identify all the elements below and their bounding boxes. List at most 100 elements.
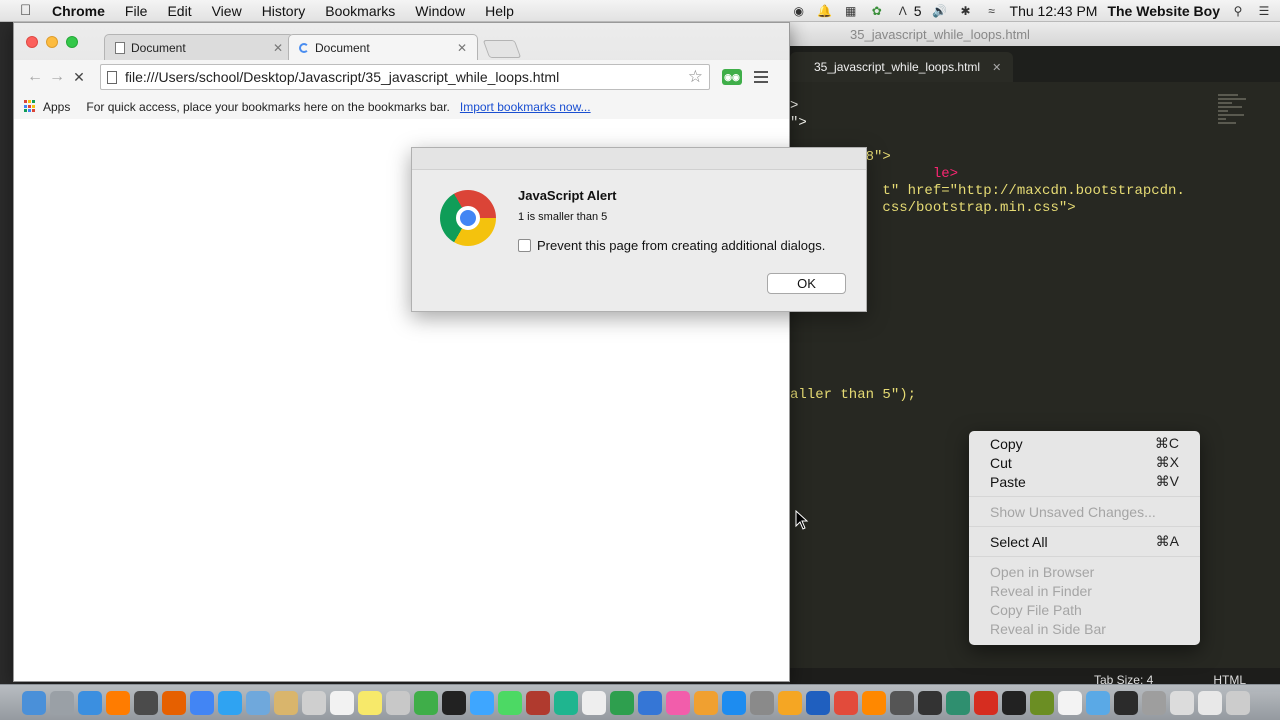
prevent-dialogs-checkbox[interactable] [518, 239, 531, 252]
safari-icon[interactable] [78, 690, 102, 715]
close-window-button[interactable] [26, 36, 38, 48]
terminal2-icon[interactable] [1114, 690, 1138, 715]
stop-loading-icon[interactable]: ✕ [68, 69, 90, 86]
notes-icon[interactable] [274, 690, 298, 715]
display-icon[interactable]: ▦ [843, 4, 859, 18]
loading-spinner-icon [299, 42, 309, 53]
menu-item-select-all[interactable]: Select All ⌘A [969, 532, 1200, 551]
dashboard-icon[interactable] [890, 690, 914, 715]
kindle-icon[interactable] [1002, 690, 1026, 715]
launchpad-icon[interactable] [50, 690, 74, 715]
address-bar-url[interactable]: file:///Users/school/Desktop/Javascript/… [125, 69, 688, 85]
editor-tab[interactable]: 35_javascript_while_loops.html ✕ [790, 52, 1014, 82]
photobooth-icon[interactable] [526, 690, 550, 715]
menu-item-copy[interactable]: Copy ⌘C [969, 434, 1200, 453]
acrobat-icon[interactable] [974, 690, 998, 715]
bluetooth-icon[interactable]: ✱ [958, 4, 974, 18]
wifi-icon[interactable]: ≈ [984, 4, 1000, 18]
pages-icon[interactable] [778, 690, 802, 715]
extension-robot-icon[interactable]: ◉◉ [722, 69, 742, 85]
downloads-icon[interactable] [1198, 690, 1222, 715]
calendar-icon[interactable] [330, 690, 354, 715]
keynote-icon[interactable] [638, 690, 662, 715]
stickies-icon[interactable] [358, 690, 382, 715]
facetime-icon[interactable] [498, 690, 522, 715]
import-bookmarks-link[interactable]: Import bookmarks now... [460, 100, 591, 114]
notification-bell-icon[interactable]: 🔔 [817, 4, 833, 18]
alert-titlebar [412, 148, 866, 170]
volume-icon[interactable]: 🔊 [932, 4, 948, 18]
robot-icon[interactable] [414, 690, 438, 715]
ok-button[interactable]: OK [767, 273, 846, 294]
chrome-menu-icon[interactable] [754, 68, 768, 86]
menu-window[interactable]: Window [405, 3, 475, 19]
tab-close-icon[interactable]: ✕ [457, 41, 467, 55]
firefox-icon[interactable] [162, 690, 186, 715]
menu-edit[interactable]: Edit [157, 3, 201, 19]
context-menu: Copy ⌘C Cut ⌘X Paste ⌘V Show Unsaved Change… [969, 431, 1200, 645]
prevent-dialogs-label[interactable]: Prevent this page from creating addition… [537, 238, 825, 253]
documents-icon[interactable] [1058, 690, 1082, 715]
menu-item-paste[interactable]: Paste ⌘V [969, 472, 1200, 491]
grapher-icon[interactable] [1030, 690, 1054, 715]
quicktime-icon[interactable] [806, 690, 830, 715]
vlc-icon[interactable] [862, 690, 886, 715]
menu-app-name[interactable]: Chrome [42, 3, 115, 19]
ibooks-icon[interactable] [694, 690, 718, 715]
contacts-icon[interactable] [386, 690, 410, 715]
terminal-icon[interactable] [442, 690, 466, 715]
windows-icon[interactable] [834, 690, 858, 715]
menu-view[interactable]: View [202, 3, 252, 19]
sublime-icon[interactable] [134, 690, 158, 715]
photoshop-icon[interactable] [218, 690, 242, 715]
sysprefs-icon[interactable] [750, 690, 774, 715]
prevent-dialogs-option[interactable]: Prevent this page from creating addition… [518, 238, 825, 253]
adobe-cc-status[interactable]: Λ 5 [895, 3, 922, 19]
folder-icon[interactable] [1086, 690, 1110, 715]
preview-icon[interactable] [246, 690, 270, 715]
editor-tab-close-icon[interactable]: ✕ [992, 61, 1001, 74]
finder-icon[interactable] [22, 690, 46, 715]
appstore-icon[interactable] [722, 690, 746, 715]
browser-tab[interactable]: Document ✕ [104, 34, 294, 60]
messages-icon[interactable] [470, 690, 494, 715]
clock[interactable]: Thu 12:43 PM [1010, 3, 1098, 19]
apps-grid-icon[interactable] [24, 100, 37, 113]
numbers-icon[interactable] [610, 690, 634, 715]
notification-center-icon[interactable]: ☰ [1256, 4, 1272, 18]
textedit-icon[interactable] [582, 690, 606, 715]
browser-tab-active[interactable]: Document ✕ [288, 34, 478, 60]
apple-menu-icon[interactable]:  [20, 2, 42, 19]
menu-item-cut[interactable]: Cut ⌘X [969, 453, 1200, 472]
itunes-icon[interactable] [666, 690, 690, 715]
bookmark-star-icon[interactable]: ☆ [688, 67, 703, 87]
zoom-window-button[interactable] [66, 36, 78, 48]
new-tab-button[interactable] [482, 40, 522, 58]
apps-shortcut[interactable]: Apps [43, 100, 70, 114]
back-arrow-icon[interactable]: ← [24, 68, 46, 86]
address-bar[interactable]: file:///Users/school/Desktop/Javascript/… [100, 64, 710, 90]
menu-bookmarks[interactable]: Bookmarks [315, 3, 405, 19]
minimap[interactable] [1218, 92, 1250, 152]
spotlight-search-icon[interactable]: ⚲ [1230, 4, 1246, 18]
record-icon[interactable]: ◉ [791, 4, 807, 18]
forward-arrow-icon[interactable]: → [46, 68, 68, 86]
screenshot-icon[interactable] [1142, 690, 1166, 715]
tab-close-icon[interactable]: ✕ [273, 41, 283, 55]
activity-icon[interactable] [946, 690, 970, 715]
minimize-window-button[interactable] [46, 36, 58, 48]
menu-file[interactable]: File [115, 3, 158, 19]
preview2-icon[interactable] [1170, 690, 1194, 715]
trash-icon[interactable] [1226, 690, 1250, 715]
bookmarks-bar: Apps For quick access, place your bookma… [14, 94, 789, 119]
menu-help[interactable]: Help [475, 3, 524, 19]
leaf-icon[interactable]: ✿ [869, 4, 885, 18]
menu-item-open-in-browser: Open in Browser [969, 562, 1200, 581]
user-name[interactable]: The Website Boy [1107, 3, 1220, 19]
vine-icon[interactable] [554, 690, 578, 715]
help-icon[interactable] [302, 690, 326, 715]
illustrator-icon[interactable] [106, 690, 130, 715]
menu-history[interactable]: History [252, 3, 316, 19]
chrome-icon[interactable] [190, 690, 214, 715]
github-icon[interactable] [918, 690, 942, 715]
